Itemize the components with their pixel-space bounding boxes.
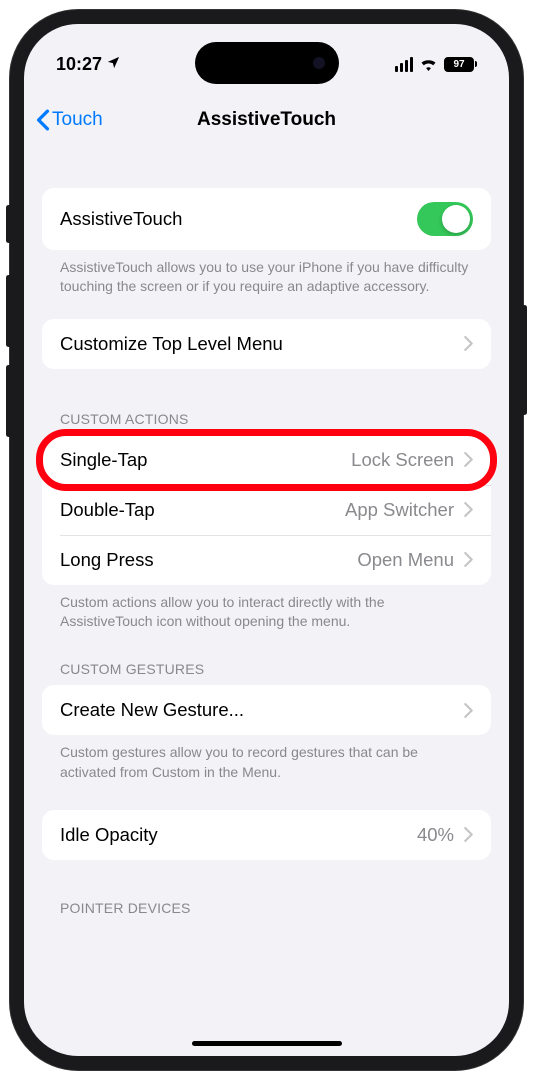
chevron-left-icon <box>36 109 50 131</box>
nav-header: Touch AssistiveTouch <box>24 96 509 144</box>
chevron-right-icon <box>464 552 473 567</box>
chevron-right-icon <box>464 336 473 351</box>
pointer-devices-header: POINTER DEVICES <box>42 900 491 924</box>
custom-gestures-footer: Custom gestures allow you to record gest… <box>42 735 491 782</box>
custom-gestures-group: CUSTOM GESTURES Create New Gesture... Cu… <box>42 661 491 782</box>
silent-switch <box>6 205 11 243</box>
long-press-label: Long Press <box>60 549 357 571</box>
chevron-right-icon <box>464 452 473 467</box>
wifi-icon <box>419 57 438 71</box>
cellular-signal-icon <box>395 57 414 72</box>
main-toggle-group: AssistiveTouch AssistiveTouch allows you… <box>42 188 491 297</box>
idle-opacity-group: Idle Opacity 40% <box>42 810 491 860</box>
create-new-gesture-row[interactable]: Create New Gesture... <box>42 685 491 735</box>
double-tap-value: App Switcher <box>345 499 454 521</box>
side-button <box>522 305 527 415</box>
toggle-knob <box>442 205 470 233</box>
status-time: 10:27 <box>56 54 102 75</box>
phone-frame: 10:27 97 <box>10 10 523 1070</box>
chevron-right-icon <box>464 502 473 517</box>
battery-icon: 97 <box>444 57 477 72</box>
custom-actions-header: CUSTOM ACTIONS <box>42 411 491 435</box>
volume-up-button <box>6 275 11 347</box>
single-tap-label: Single-Tap <box>60 449 351 471</box>
back-button[interactable]: Touch <box>36 109 103 131</box>
pointer-devices-group: POINTER DEVICES <box>42 900 491 924</box>
settings-content[interactable]: AssistiveTouch AssistiveTouch allows you… <box>24 154 509 1056</box>
double-tap-label: Double-Tap <box>60 499 345 521</box>
customize-menu-group: Customize Top Level Menu <box>42 319 491 369</box>
single-tap-row[interactable]: Single-Tap Lock Screen <box>42 435 491 485</box>
custom-gestures-header: CUSTOM GESTURES <box>42 661 491 685</box>
dynamic-island <box>195 42 339 84</box>
status-right: 97 <box>395 57 478 72</box>
chevron-right-icon <box>464 703 473 718</box>
assistivetouch-toggle[interactable] <box>417 202 473 236</box>
camera-dot <box>313 57 325 69</box>
assistivetouch-description: AssistiveTouch allows you to use your iP… <box>42 250 491 297</box>
status-left: 10:27 <box>56 54 121 75</box>
screen: 10:27 97 <box>24 24 509 1056</box>
volume-down-button <box>6 365 11 437</box>
battery-level: 97 <box>444 57 474 72</box>
idle-opacity-value: 40% <box>417 824 454 846</box>
single-tap-value: Lock Screen <box>351 449 454 471</box>
chevron-right-icon <box>464 827 473 842</box>
idle-opacity-label: Idle Opacity <box>60 824 417 846</box>
home-indicator[interactable] <box>192 1041 342 1046</box>
assistivetouch-label: AssistiveTouch <box>60 208 417 230</box>
assistivetouch-toggle-row[interactable]: AssistiveTouch <box>42 188 491 250</box>
custom-actions-footer: Custom actions allow you to interact dir… <box>42 585 491 632</box>
custom-actions-group: CUSTOM ACTIONS Single-Tap Lock Screen Do… <box>42 411 491 632</box>
page-title: AssistiveTouch <box>36 109 497 131</box>
location-icon <box>106 55 121 74</box>
back-label: Touch <box>52 109 103 131</box>
double-tap-row[interactable]: Double-Tap App Switcher <box>42 485 491 535</box>
long-press-row[interactable]: Long Press Open Menu <box>42 535 491 585</box>
customize-menu-label: Customize Top Level Menu <box>60 333 464 355</box>
idle-opacity-row[interactable]: Idle Opacity 40% <box>42 810 491 860</box>
long-press-value: Open Menu <box>357 549 454 571</box>
customize-top-level-menu-row[interactable]: Customize Top Level Menu <box>42 319 491 369</box>
create-gesture-label: Create New Gesture... <box>60 699 464 721</box>
